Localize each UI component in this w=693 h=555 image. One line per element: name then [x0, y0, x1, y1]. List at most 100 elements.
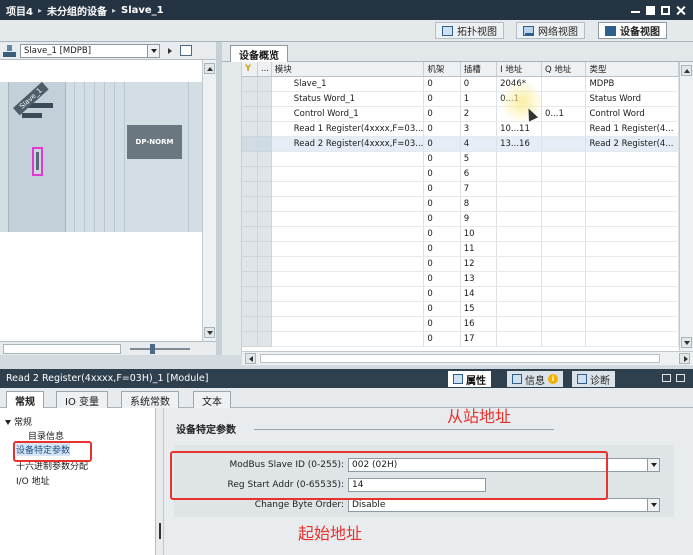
- table-row[interactable]: 0 11: [242, 241, 679, 257]
- cell-rack[interactable]: 0: [423, 316, 461, 332]
- cell-type[interactable]: [585, 166, 679, 182]
- dp-interface-port[interactable]: [32, 147, 43, 176]
- scroll-up-icon[interactable]: [681, 65, 692, 76]
- device-canvas-hscroll[interactable]: [3, 344, 121, 354]
- cell-type[interactable]: [585, 271, 679, 287]
- overview-hscroll[interactable]: [242, 351, 693, 365]
- cell-slot[interactable]: 13: [460, 271, 498, 287]
- scroll-up-icon[interactable]: [204, 63, 215, 74]
- table-row[interactable]: 0 12: [242, 256, 679, 272]
- cell-q-address[interactable]: [541, 301, 587, 317]
- cell-module[interactable]: [271, 301, 425, 317]
- column-header-slot[interactable]: 插槽: [460, 62, 498, 77]
- cell-rack[interactable]: 0: [423, 181, 461, 197]
- table-row[interactable]: 08: [242, 196, 679, 212]
- maximize-icon[interactable]: [661, 5, 670, 15]
- cell-i-address[interactable]: [496, 271, 542, 287]
- cell-type[interactable]: [585, 241, 679, 257]
- cell-type[interactable]: Read 1 Register(4...: [585, 121, 679, 137]
- byte-order-select[interactable]: Disable: [348, 498, 660, 512]
- cell-i-address[interactable]: [496, 256, 542, 272]
- network-view-button[interactable]: 网络视图: [516, 22, 585, 39]
- cell-slot[interactable]: 9: [460, 211, 498, 227]
- cell-type[interactable]: [585, 151, 679, 167]
- cell-type[interactable]: [585, 286, 679, 302]
- cell-type[interactable]: [585, 316, 679, 332]
- table-row[interactable]: 0 15: [242, 301, 679, 317]
- expand-arrow-icon[interactable]: [168, 47, 172, 54]
- cell-q-address[interactable]: [541, 271, 587, 287]
- cell-module[interactable]: Control Word_1: [271, 106, 425, 122]
- cell-q-address[interactable]: [541, 121, 587, 137]
- column-header-type[interactable]: 类型: [585, 62, 679, 77]
- cell-q-address[interactable]: [541, 331, 587, 347]
- cell-slot[interactable]: 5: [460, 151, 498, 167]
- cell-i-address[interactable]: 13...16: [496, 136, 542, 152]
- zoom-slider-handle[interactable]: [150, 344, 155, 354]
- breadcrumb-device[interactable]: Slave_1: [121, 5, 164, 16]
- cell-i-address[interactable]: [496, 166, 542, 182]
- cell-i-address[interactable]: [496, 241, 542, 257]
- cell-q-address[interactable]: 0...1: [541, 106, 587, 122]
- cell-slot[interactable]: 3: [460, 121, 498, 137]
- cell-module[interactable]: [271, 151, 425, 167]
- cell-i-address[interactable]: [496, 181, 542, 197]
- cell-q-address[interactable]: [541, 226, 587, 242]
- tab-properties[interactable]: 属性: [448, 371, 491, 387]
- table-row[interactable]: Slave_1 0 0 2046* MDPB: [242, 76, 679, 92]
- cell-type[interactable]: Status Word: [585, 91, 679, 107]
- cell-module[interactable]: Slave_1: [271, 76, 425, 92]
- subtab-io-tags[interactable]: IO 变量: [56, 391, 108, 408]
- cell-rack[interactable]: 0: [423, 241, 461, 257]
- restore-icon[interactable]: [662, 374, 671, 382]
- cell-rack[interactable]: 0: [423, 331, 461, 347]
- topology-view-button[interactable]: 拓扑视图: [435, 22, 504, 39]
- cell-q-address[interactable]: [541, 196, 587, 212]
- cell-slot[interactable]: 12: [460, 256, 498, 272]
- cell-q-address[interactable]: [541, 151, 587, 167]
- table-row[interactable]: 0 10: [242, 226, 679, 242]
- table-row[interactable]: 0 16: [242, 316, 679, 332]
- cell-rack[interactable]: 0: [423, 196, 461, 212]
- table-row[interactable]: 06: [242, 166, 679, 182]
- cell-module[interactable]: Read 1 Register(4xxxx,F=03...: [271, 121, 425, 137]
- cell-q-address[interactable]: [541, 241, 587, 257]
- collapse-icon[interactable]: [676, 374, 685, 382]
- table-row[interactable]: Status Word_1 0 1 0...1 Status Word: [242, 91, 679, 107]
- table-row[interactable]: 07: [242, 181, 679, 197]
- cell-module[interactable]: [271, 241, 425, 257]
- cell-slot[interactable]: 10: [460, 226, 498, 242]
- cell-rack[interactable]: 0: [423, 106, 461, 122]
- subtab-general[interactable]: 常规: [6, 391, 44, 408]
- cell-slot[interactable]: 6: [460, 166, 498, 182]
- cell-type[interactable]: [585, 256, 679, 272]
- column-header-module[interactable]: 模块: [271, 62, 425, 77]
- table-row[interactable]: Control Word_1 0 2 0...1 Control Word: [242, 106, 679, 122]
- scroll-down-icon[interactable]: [204, 327, 215, 338]
- dp-norm-module[interactable]: DP-NORM: [127, 125, 182, 159]
- cell-i-address[interactable]: [496, 331, 542, 347]
- cell-type[interactable]: [585, 211, 679, 227]
- cell-module[interactable]: [271, 226, 425, 242]
- cell-q-address[interactable]: [541, 91, 587, 107]
- cell-module[interactable]: [271, 286, 425, 302]
- cell-i-address[interactable]: [496, 151, 542, 167]
- chevron-down-icon[interactable]: [147, 44, 159, 57]
- cell-module[interactable]: [271, 331, 425, 347]
- overview-toggle-icon[interactable]: [180, 45, 192, 56]
- cell-slot[interactable]: 11: [460, 241, 498, 257]
- cell-slot[interactable]: 15: [460, 301, 498, 317]
- cell-q-address[interactable]: [541, 181, 587, 197]
- device-canvas-scrollbar[interactable]: [202, 60, 216, 341]
- cell-rack[interactable]: 0: [423, 91, 461, 107]
- cell-i-address[interactable]: 10...11: [496, 121, 542, 137]
- table-row[interactable]: Read 2 Register(4xxxx,F=03... 0 4 13...16 Re…: [242, 136, 679, 152]
- cell-i-address[interactable]: [496, 316, 542, 332]
- table-row[interactable]: 09: [242, 211, 679, 227]
- cell-q-address[interactable]: [541, 211, 587, 227]
- cell-q-address[interactable]: [541, 286, 587, 302]
- device-rack-icon[interactable]: [3, 44, 16, 57]
- cell-module[interactable]: [271, 271, 425, 287]
- overview-vscroll[interactable]: [679, 62, 693, 351]
- cell-q-address[interactable]: [541, 166, 587, 182]
